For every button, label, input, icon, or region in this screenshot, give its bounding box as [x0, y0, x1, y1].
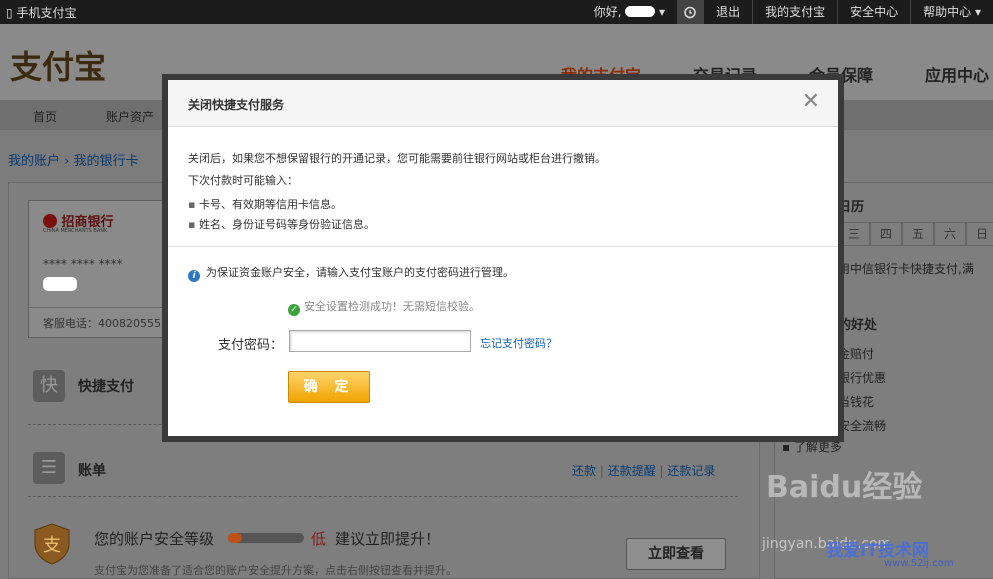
chevron-down-icon: ▾: [974, 5, 981, 19]
security-note: 支付宝为您准备了适合您的账户安全提升方案，点击右侧按钮查看并提升。: [94, 564, 457, 577]
user-greeting[interactable]: 你好, ▾: [582, 0, 678, 24]
alipay-logo[interactable]: 支付宝: [10, 42, 106, 88]
confirm-button[interactable]: 确 定: [288, 371, 370, 403]
help-center-link[interactable]: 帮助中心 ▾: [910, 0, 993, 24]
quick-pay-icon: 快: [33, 370, 65, 402]
dialog-bullet-1: ▪ 卡号、有效期等信用卡信息。: [188, 198, 342, 211]
logout-link[interactable]: 退出: [703, 0, 752, 24]
quick-pay-title: 快捷支付: [78, 379, 134, 395]
close-quick-pay-dialog: 关闭快捷支付服务 ✕ 关闭后，如果您不想保留银行的开通记录，您可能需要前往银行网…: [168, 80, 838, 436]
dialog-header: 关闭快捷支付服务 ✕: [168, 80, 838, 127]
repay-record-link[interactable]: 还款记录: [667, 464, 715, 478]
forgot-password-link[interactable]: 忘记支付密码？: [480, 335, 557, 351]
check-now-button[interactable]: 立即查看: [626, 538, 726, 570]
dialog-line-1: 关闭后，如果您不想保留银行的开通记录，您可能需要前往银行网站或柜台进行撤销。: [188, 152, 606, 165]
bill-title: 账单: [78, 463, 106, 479]
cmb-logo-icon: [43, 214, 57, 228]
subnav-assets[interactable]: 账户资产: [106, 108, 154, 125]
security-level-prefix: 您的账户安全等级: [94, 530, 215, 548]
dialog-title: 关闭快捷支付服务: [188, 98, 285, 112]
info-icon: i: [188, 270, 200, 282]
repay-reminder-link[interactable]: 还款提醒: [608, 464, 656, 478]
mobile-alipay-link[interactable]: ▯ 手机支付宝: [6, 4, 76, 21]
security-center-link[interactable]: 安全中心: [837, 0, 910, 24]
security-level-value: 低: [311, 530, 327, 548]
top-bar: ▯ 手机支付宝 你好, ▾ 退出 我的支付宝 安全中心 帮助中心 ▾: [0, 0, 993, 24]
nav-app-center[interactable]: 应用中心: [925, 62, 993, 86]
my-alipay-link[interactable]: 我的支付宝: [752, 0, 837, 24]
card-holder-redacted: [43, 277, 77, 291]
calendar-weekdays: 三 四 五 六 日: [838, 222, 993, 246]
breadcrumb: 我的账户 › 我的银行卡: [8, 154, 139, 169]
dialog-line-2: 下次付款时可能输入：: [188, 174, 298, 187]
payment-password-input[interactable]: [289, 330, 471, 352]
benefits-list: 金赔付 银行优惠 当钱花 安全流畅: [838, 347, 887, 433]
breadcrumb-my-account[interactable]: 我的账户: [8, 154, 60, 169]
security-level-bar: [228, 533, 304, 543]
phone-icon: ▯: [6, 6, 13, 20]
bill-icon: ☰: [33, 452, 65, 484]
security-check-status: ✓ 安全设置检测成功！无需短信校验。: [288, 298, 480, 316]
breadcrumb-my-bank-cards[interactable]: 我的银行卡: [74, 154, 139, 169]
dialog-info: i 为保证资金账户安全，请输入支付宝账户的支付密码进行管理。: [188, 264, 514, 282]
dialog-bullet-2: ▪ 姓名、身份证号码等身份验证信息。: [188, 218, 375, 231]
security-suggest: 建议立即提升！: [335, 530, 441, 548]
calendar-promo[interactable]: 用中信银行卡快捷支付,满: [838, 260, 974, 277]
password-label: 支付密码：: [218, 338, 284, 353]
card-number: **** **** ****: [43, 257, 123, 271]
svg-text:支: 支: [43, 535, 61, 556]
bank-card[interactable]: 招商银行 CHINA MERCHANTS BANK **** **** ****…: [28, 200, 180, 338]
service-phone: 客服电话：4008205555: [43, 317, 168, 330]
repay-link[interactable]: 还款: [572, 464, 596, 478]
subnav-home[interactable]: 首页: [33, 108, 57, 125]
close-icon[interactable]: ✕: [802, 89, 820, 114]
baidu-watermark: Baidu经验: [766, 470, 923, 505]
bill-links: 还款 | 还款提醒 | 还款记录: [572, 464, 716, 478]
chevron-down-icon: ▾: [659, 5, 666, 19]
checkmark-icon: ✓: [288, 304, 300, 316]
shield-icon: 支: [32, 522, 72, 566]
tech-url-watermark: www.52ij.com: [884, 558, 954, 569]
alarm-clock-icon[interactable]: [677, 0, 704, 24]
